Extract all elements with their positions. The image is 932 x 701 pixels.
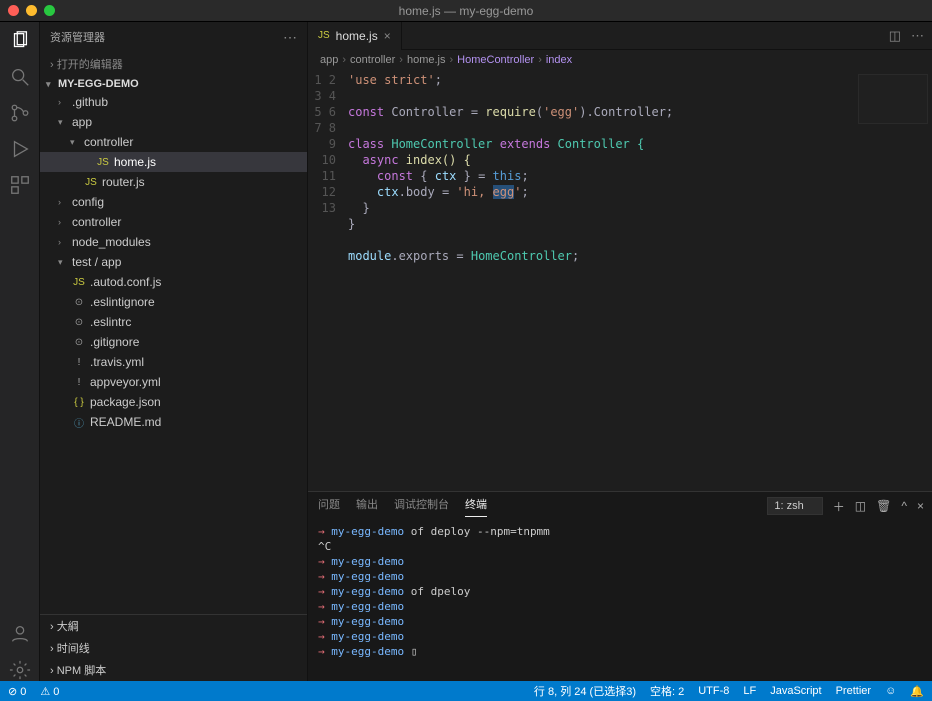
- terminal-panel: 问题输出调试控制台终端 1: zsh ＋ ◫ 🗑 ^ × → my-egg-de…: [308, 491, 932, 681]
- activity-bar: [0, 22, 40, 681]
- panel-tabs: 问题输出调试控制台终端 1: zsh ＋ ◫ 🗑 ^ ×: [308, 492, 932, 520]
- file-appveyor.yml[interactable]: !appveyor.yml: [40, 372, 307, 392]
- file-.travis.yml[interactable]: !.travis.yml: [40, 352, 307, 372]
- sidebar-panel-NPM 脚本[interactable]: › NPM 脚本: [40, 659, 307, 681]
- sidebar-title: 资源管理器: [50, 29, 105, 45]
- debug-icon[interactable]: [9, 138, 31, 160]
- open-editors-header[interactable]: › 打开的编辑器: [40, 52, 307, 76]
- code-editor[interactable]: 1 2 3 4 5 6 7 8 9 10 11 12 13 'use stric…: [308, 70, 932, 491]
- file-package.json[interactable]: { }package.json: [40, 392, 307, 412]
- close-window[interactable]: [8, 5, 19, 16]
- source-control-icon[interactable]: [9, 102, 31, 124]
- status-errors[interactable]: ⊘ 0: [8, 685, 26, 698]
- status-spaces[interactable]: 空格: 2: [650, 683, 684, 699]
- title-bar: home.js — my-egg-demo: [0, 0, 932, 22]
- file-.eslintignore[interactable]: ⊙.eslintignore: [40, 292, 307, 312]
- folder-node_modules[interactable]: ›node_modules: [40, 232, 307, 252]
- close-tab-icon[interactable]: ×: [384, 29, 391, 43]
- terminal-selector[interactable]: 1: zsh: [767, 497, 822, 515]
- breadcrumb-controller[interactable]: controller: [350, 54, 395, 66]
- extensions-icon[interactable]: [9, 174, 31, 196]
- editor-area: JS home.js × ◫ ⋯ app›controller›home.js›…: [308, 22, 932, 681]
- status-encoding[interactable]: UTF-8: [698, 685, 729, 697]
- editor-tabs: JS home.js × ◫ ⋯: [308, 22, 932, 50]
- js-file-icon: JS: [318, 30, 330, 41]
- file-router.js[interactable]: JSrouter.js: [40, 172, 307, 192]
- terminal-output[interactable]: → my-egg-demo of deploy --npm=tnpmm^C→ m…: [308, 520, 932, 681]
- split-editor-icon[interactable]: ◫: [889, 28, 901, 44]
- new-terminal-icon[interactable]: ＋: [833, 498, 845, 515]
- maximize-window[interactable]: [44, 5, 55, 16]
- editor-more-icon[interactable]: ⋯: [911, 28, 924, 44]
- panel-tab-问题[interactable]: 问题: [318, 496, 340, 516]
- kill-terminal-icon[interactable]: 🗑: [876, 499, 891, 513]
- status-cursor[interactable]: 行 8, 列 24 (已选择3): [534, 683, 636, 699]
- breadcrumb-home.js[interactable]: home.js: [407, 54, 446, 66]
- status-feedback-icon[interactable]: ☺: [885, 685, 896, 697]
- file-README.md[interactable]: ⓘREADME.md: [40, 412, 307, 432]
- status-bell-icon[interactable]: 🔔: [910, 685, 924, 698]
- panel-tab-输出[interactable]: 输出: [356, 496, 378, 516]
- minimap[interactable]: [858, 74, 928, 124]
- maximize-panel-icon[interactable]: ^: [901, 499, 907, 513]
- breadcrumb[interactable]: app›controller›home.js›HomeController›in…: [308, 50, 932, 70]
- window-controls: [8, 5, 55, 16]
- sidebar-panel-时间线[interactable]: › 时间线: [40, 637, 307, 659]
- file-tree: ›.github▾app▾controllerJShome.jsJSrouter…: [40, 92, 307, 614]
- settings-gear-icon[interactable]: [9, 659, 31, 681]
- line-gutter: 1 2 3 4 5 6 7 8 9 10 11 12 13: [308, 70, 344, 491]
- panel-tab-调试控制台[interactable]: 调试控制台: [394, 496, 449, 516]
- tab-label: home.js: [336, 29, 378, 43]
- file-.autod.conf.js[interactable]: JS.autod.conf.js: [40, 272, 307, 292]
- file-.eslintrc[interactable]: ⊙.eslintrc: [40, 312, 307, 332]
- folder-app[interactable]: ▾app: [40, 112, 307, 132]
- sidebar: 资源管理器 ⋯ › 打开的编辑器 ▾MY-EGG-DEMO ›.github▾a…: [40, 22, 308, 681]
- status-bar: ⊘ 0 ⚠ 0 行 8, 列 24 (已选择3) 空格: 2 UTF-8 LF …: [0, 681, 932, 701]
- folder-.github[interactable]: ›.github: [40, 92, 307, 112]
- breadcrumb-HomeController[interactable]: HomeController: [457, 54, 534, 66]
- folder-controller[interactable]: ▾controller: [40, 132, 307, 152]
- tab-home-js[interactable]: JS home.js ×: [308, 22, 402, 50]
- breadcrumb-index[interactable]: index: [546, 54, 572, 66]
- window-title: home.js — my-egg-demo: [399, 4, 534, 18]
- account-icon[interactable]: [9, 623, 31, 645]
- status-warnings[interactable]: ⚠ 0: [40, 685, 59, 698]
- panel-tab-终端[interactable]: 终端: [465, 496, 487, 517]
- status-formatter[interactable]: Prettier: [836, 685, 871, 697]
- file-.gitignore[interactable]: ⊙.gitignore: [40, 332, 307, 352]
- folder-controller[interactable]: ›controller: [40, 212, 307, 232]
- close-panel-icon[interactable]: ×: [917, 499, 924, 513]
- minimize-window[interactable]: [26, 5, 37, 16]
- split-terminal-icon[interactable]: ◫: [855, 499, 866, 513]
- code-content[interactable]: 'use strict'; const Controller = require…: [344, 70, 932, 491]
- status-language[interactable]: JavaScript: [770, 685, 821, 697]
- file-home.js[interactable]: JShome.js: [40, 152, 307, 172]
- files-icon[interactable]: [9, 30, 31, 52]
- folder-test / app[interactable]: ▾test / app: [40, 252, 307, 272]
- project-header[interactable]: ▾MY-EGG-DEMO: [40, 76, 307, 92]
- search-icon[interactable]: [9, 66, 31, 88]
- folder-config[interactable]: ›config: [40, 192, 307, 212]
- sidebar-panel-大綱[interactable]: › 大綱: [40, 615, 307, 637]
- breadcrumb-app[interactable]: app: [320, 54, 338, 66]
- status-eol[interactable]: LF: [743, 685, 756, 697]
- sidebar-more-icon[interactable]: ⋯: [283, 29, 297, 46]
